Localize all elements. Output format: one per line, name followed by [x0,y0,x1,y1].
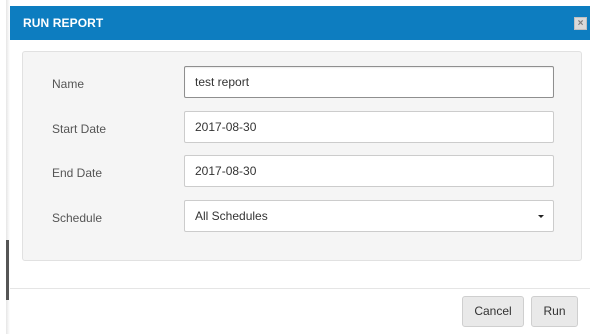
start-date-input[interactable] [184,111,554,143]
schedule-label: Schedule [52,211,103,225]
end-date-input[interactable] [184,155,554,187]
dialog-title: RUN REPORT [23,16,104,30]
background-page-mark [6,240,9,300]
dialog-header: RUN REPORT × [10,6,590,40]
start-date-label: Start Date [52,122,107,136]
run-report-dialog: RUN REPORT × Name Start Date End Date Sc… [10,6,590,334]
footer-divider [10,288,590,289]
schedule-selected-value: All Schedules [195,209,268,223]
run-button[interactable]: Run [531,296,578,327]
end-date-label: End Date [52,166,103,180]
caret-down-icon [538,215,544,218]
name-label: Name [52,77,85,91]
background-page-edge [0,0,10,334]
cancel-button[interactable]: Cancel [462,296,524,327]
schedule-select[interactable]: All Schedules [184,200,554,232]
close-icon[interactable]: × [574,17,587,30]
name-input[interactable] [184,66,554,98]
report-form-panel: Name Start Date End Date Schedule All Sc… [22,51,582,261]
